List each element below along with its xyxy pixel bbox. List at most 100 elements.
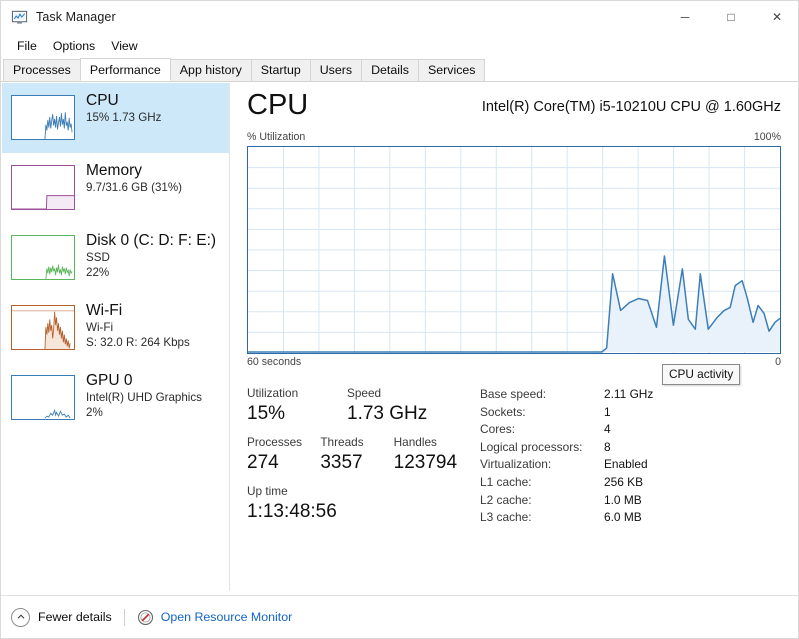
gpu-thumbnail-graph [11,375,75,420]
info-row-logical-processors: Logical processors: 8 [480,439,653,457]
graph-y-max-label: 100% [753,131,781,143]
sidebar-memory-title: Memory [86,162,142,179]
info-row-base-speed: Base speed: 2.11 GHz [480,386,653,404]
resource-monitor-icon [137,609,154,626]
sidebar-item-wifi[interactable]: Wi-Fi Wi-Fi S: 32.0 R: 264 Kbps [2,293,229,363]
menu-item-options[interactable]: Options [45,37,103,55]
info-row-cores: Cores: 4 [480,421,653,439]
sidebar-item-disk0[interactable]: Disk 0 (C: D: F: E:) SSD 22% [2,223,229,293]
sidebar-item-memory[interactable]: Memory 9.7/31.6 GB (31%) [2,153,229,223]
stat-processes-label: Processes [247,435,303,449]
tab-users[interactable]: Users [309,59,363,81]
sidebar-disk0-line3: 22% [86,266,110,279]
stat-speed-label: Speed [347,386,382,400]
stat-row-2: Processes 274 Threads 3357 Handles 12379… [247,434,467,475]
info-row-l1-cache: L1 cache: 256 KB [480,474,653,492]
menu-item-view[interactable]: View [103,37,145,55]
cpu-stats: Utilization 15% Speed 1.73 GHz Processes… [247,385,781,545]
cpu-utilization-graph[interactable] [247,146,781,354]
stat-uptime-value: 1:13:48:56 [247,501,337,522]
status-bar: Fewer details Open Resource Monitor [1,595,798,638]
close-button[interactable]: ✕ [754,1,798,33]
info-base-speed-label: Base speed: [480,387,547,401]
stat-utilization: Utilization 15% [247,385,347,426]
info-base-speed-value: 2.11 GHz [604,387,654,401]
stat-speed-value: 1.73 GHz [347,403,428,424]
info-sockets-value: 1 [604,404,611,419]
stat-speed: Speed 1.73 GHz [347,385,447,426]
page-title: CPU [247,89,309,121]
sidebar-gpu0-title: GPU 0 [86,372,133,389]
graph-axis-top: % Utilization 100% [247,131,781,146]
footer-divider [123,608,125,626]
info-row-l2-cache: L2 cache: 1.0 MB [480,492,653,510]
stat-utilization-value: 15% [247,403,286,424]
performance-detail-panel: CPU Intel(R) Core(TM) i5-10210U CPU @ 1.… [231,83,798,591]
stat-utilization-label: Utilization [247,386,299,400]
window-title: Task Manager [36,10,116,24]
info-row-virtualization: Virtualization: Enabled [480,456,653,474]
info-l1-cache-value: 256 KB [604,474,644,489]
info-l2-cache-value: 1.0 MB [604,492,642,507]
tab-processes[interactable]: Processes [3,59,81,81]
stat-processes: Processes 274 [247,434,320,475]
sidebar-disk0-line2: SSD [86,251,110,264]
open-resource-monitor-link[interactable]: Open Resource Monitor [161,610,293,624]
stat-row-1: Utilization 15% Speed 1.73 GHz [247,385,467,426]
tab-performance[interactable]: Performance [79,58,171,81]
sidebar-item-gpu0-text: GPU 0 Intel(R) UHD Graphics 2% [86,371,202,420]
cpu-model-label: Intel(R) Core(TM) i5-10210U CPU @ 1.60GH… [481,99,781,115]
sidebar-memory-line2: 9.7/31.6 GB (31%) [86,181,183,194]
resource-sidebar: CPU 15% 1.73 GHz Memory 9.7/31.6 GB (31%… [2,83,230,591]
tab-details[interactable]: Details [361,59,419,81]
stat-processes-value: 274 [247,452,279,473]
stat-uptime-label: Up time [247,484,288,498]
cpu-thumbnail-graph [11,95,75,140]
tab-services[interactable]: Services [417,59,486,81]
fewer-details-button[interactable]: Fewer details [38,610,112,624]
minimize-button[interactable]: ─ [662,1,708,33]
info-l3-cache-value: 6.0 MB [604,510,642,525]
sidebar-item-gpu0[interactable]: GPU 0 Intel(R) UHD Graphics 2% [2,363,229,433]
info-l1-cache-label: L1 cache: [480,474,532,489]
sidebar-wifi-title: Wi-Fi [86,302,123,319]
sidebar-wifi-line3: S: 32.0 R: 264 Kbps [86,336,190,349]
tab-startup[interactable]: Startup [250,59,311,81]
graph-x-axis-label: 60 seconds [247,356,302,368]
tab-app-history[interactable]: App history [169,59,252,81]
task-manager-window: Task Manager ─ □ ✕ File Options View Pro… [0,0,799,639]
menu-bar: File Options View [1,35,798,57]
stat-handles-value: 123794 [393,452,458,473]
sidebar-item-wifi-text: Wi-Fi Wi-Fi S: 32.0 R: 264 Kbps [86,301,190,350]
sidebar-cpu-title: CPU [86,92,119,109]
chevron-up-icon[interactable] [11,607,30,627]
info-logical-processors-value: 8 [604,439,611,454]
sidebar-cpu-line2: 15% 1.73 GHz [86,111,162,124]
info-virtualization-value: Enabled [604,457,648,472]
info-row-sockets: Sockets: 1 [480,404,653,422]
sidebar-gpu0-line2: Intel(R) UHD Graphics [86,391,202,404]
stat-threads-value: 3357 [320,452,363,473]
stat-handles-label: Handles [393,435,437,449]
cpu-stats-primary: Utilization 15% Speed 1.73 GHz Processes… [247,385,467,532]
sidebar-item-disk0-text: Disk 0 (C: D: F: E:) SSD 22% [86,231,216,280]
wifi-thumbnail-graph [11,305,75,350]
sidebar-gpu0-line3: 2% [86,406,103,419]
graph-x-min-label: 0 [775,356,781,368]
stat-handles: Handles 123794 [394,434,467,475]
menu-item-file[interactable]: File [9,37,45,55]
cpu-activity-tooltip: CPU activity [662,364,741,385]
info-virtualization-label: Virtualization: [480,457,552,472]
stat-row-3: Up time 1:13:48:56 [247,483,467,524]
sidebar-disk0-title: Disk 0 (C: D: F: E:) [86,232,217,249]
sidebar-wifi-line2: Wi-Fi [86,321,114,334]
tab-bar: Processes Performance App history Startu… [1,58,798,82]
info-l3-cache-label: L3 cache: [480,510,532,525]
sidebar-item-cpu[interactable]: CPU 15% 1.73 GHz [2,83,229,153]
panel-header: CPU Intel(R) Core(TM) i5-10210U CPU @ 1.… [231,83,798,131]
task-manager-icon [10,8,28,26]
info-cores-label: Cores: [480,422,516,437]
stat-threads-label: Threads [320,435,364,449]
maximize-button[interactable]: □ [708,1,754,33]
info-logical-processors-label: Logical processors: [480,439,583,454]
